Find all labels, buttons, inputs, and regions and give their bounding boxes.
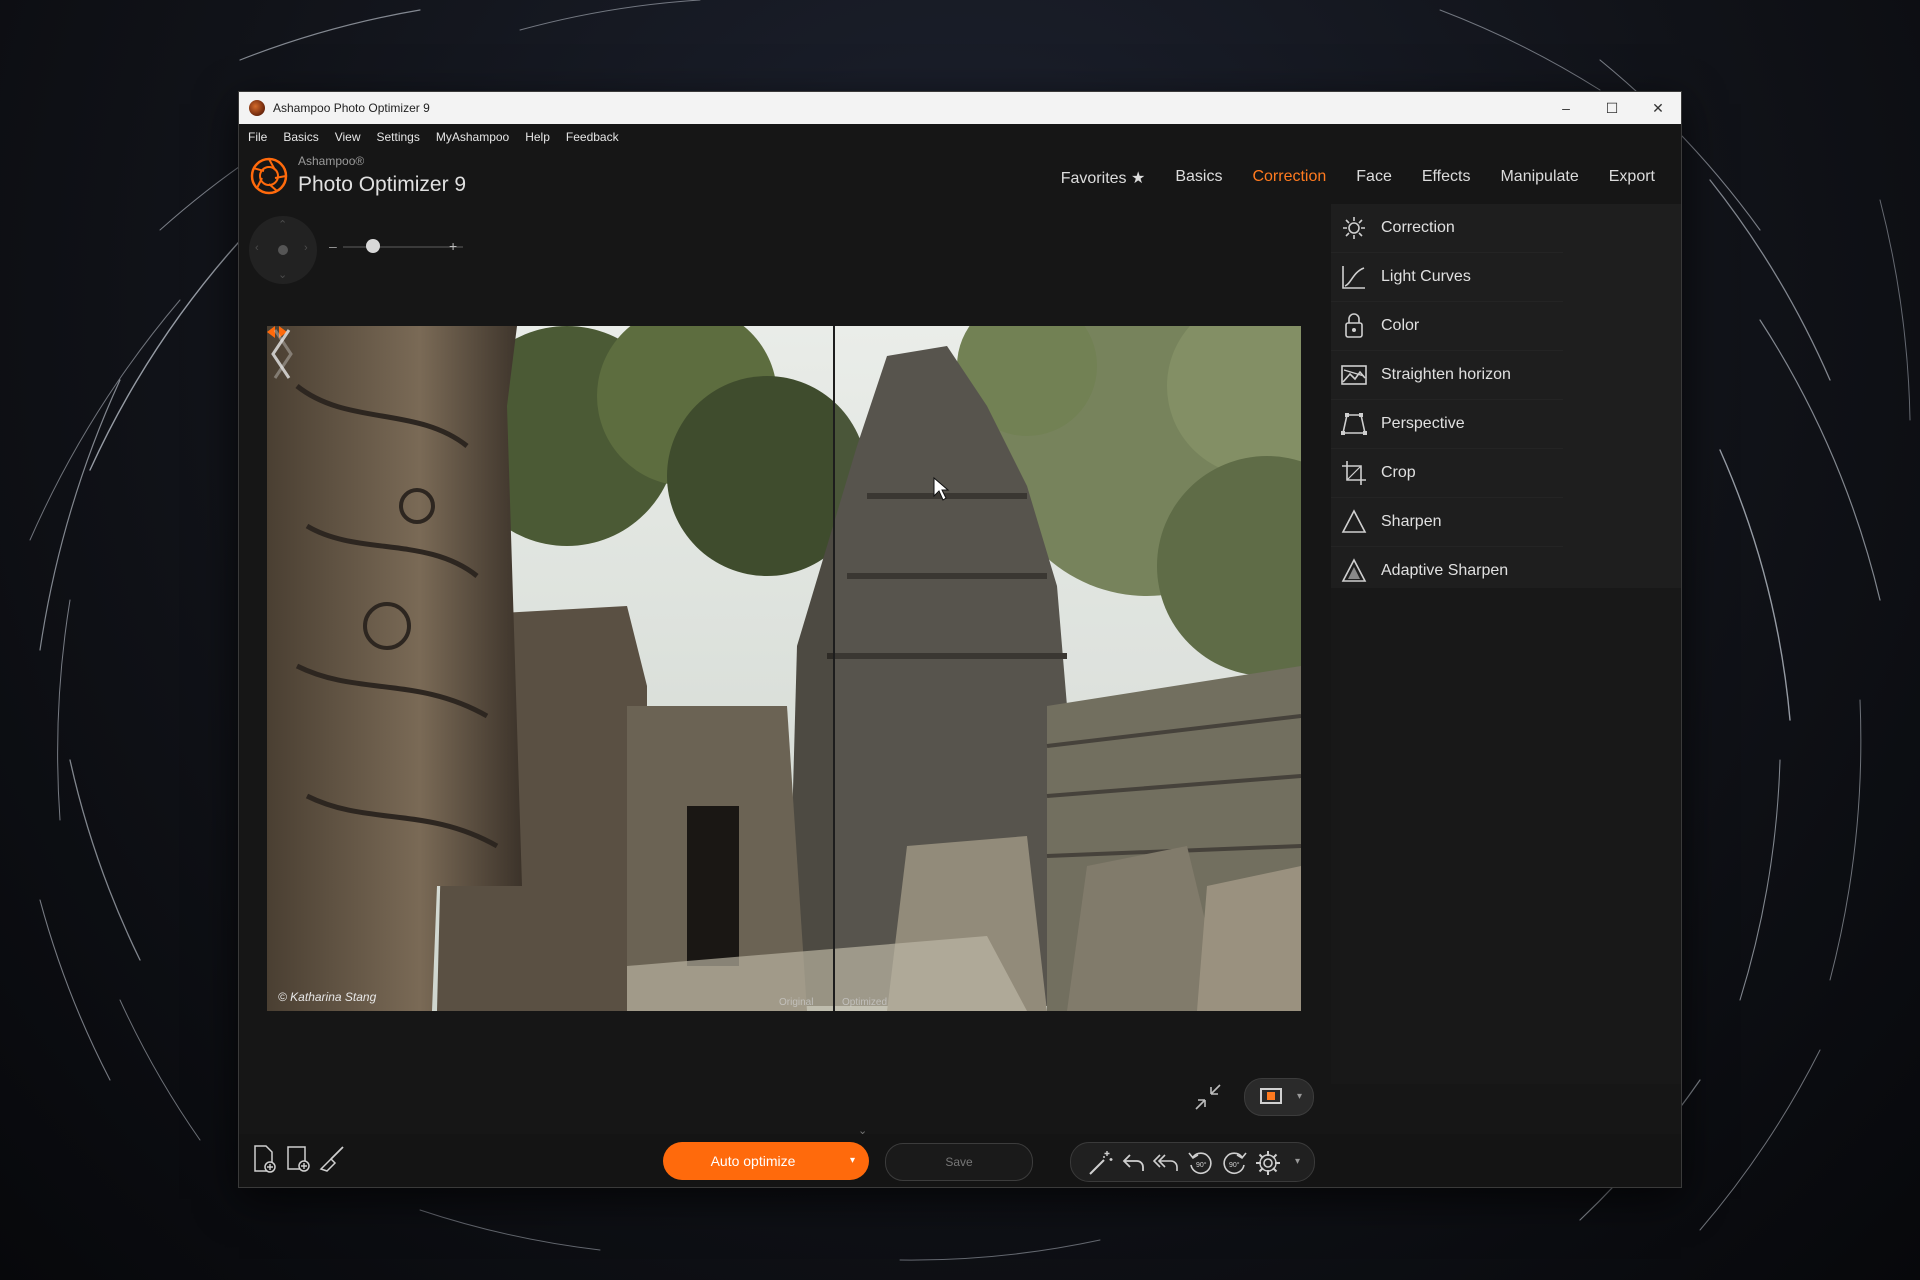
palette-icon [1345,313,1363,338]
sun-icon [1343,217,1365,239]
rotate-right-label: 90° [1229,1161,1240,1169]
chevron-down-icon[interactable]: ▾ [1295,1156,1300,1167]
window-title: Ashampoo Photo Optimizer 9 [273,101,430,115]
sidebar-item-straighten-horizon[interactable]: Straighten horizon [1331,351,1563,400]
undo-icon[interactable] [1120,1149,1148,1177]
next-photo-icon[interactable] [267,326,297,382]
close-button[interactable]: ✕ [1635,92,1681,124]
correction-panel: Correction Light Curves Color Straighten… [1331,204,1681,1084]
rotate-right-icon[interactable]: 90° [1220,1149,1248,1177]
maximize-button[interactable]: ☐ [1589,92,1635,124]
menu-file[interactable]: File [248,126,267,148]
add-images-icon[interactable] [283,1144,313,1174]
auto-optimize-button[interactable]: Auto optimize ▾ [663,1142,869,1180]
edit-tools-group: 90° 90° ▾ [1070,1142,1315,1182]
pan-navigator[interactable]: ⌃ ⌄ ‹ › [249,216,317,284]
menu-myashampoo[interactable]: MyAshampoo [436,126,509,148]
sidebar-item-label: Perspective [1381,415,1465,432]
optimized-label: Optimized [842,997,888,1008]
sidebar-item-perspective[interactable]: Perspective [1331,400,1563,449]
perspective-icon [1341,413,1367,435]
split-view-icon [1260,1088,1282,1104]
minimize-button[interactable]: – [1543,92,1589,124]
sidebar-item-label: Adaptive Sharpen [1381,562,1509,579]
menu-view[interactable]: View [335,126,361,148]
tab-effects[interactable]: Effects [1422,168,1471,188]
zoom-slider-thumb[interactable] [366,239,380,253]
temple-photo [267,326,1301,1011]
triangle-icon [1341,509,1367,533]
photo-credit: © Katharina Stang [278,990,377,1004]
main-tabs: Favorites ★ Basics Correction Face Effec… [1061,168,1655,188]
correction-tool-list: Correction Light Curves Color Straighten… [1331,204,1563,596]
sidebar-item-light-curves[interactable]: Light Curves [1331,253,1563,302]
chevron-down-icon[interactable]: ▾ [850,1155,855,1166]
zoom-slider[interactable] [343,246,463,248]
menu-bar: File Basics View Settings MyAshampoo Hel… [239,126,619,148]
title-bar: Ashampoo Photo Optimizer 9 – ☐ ✕ [239,92,1681,124]
panel-empty-area [1331,588,1681,1084]
app-icon [249,100,265,116]
undo-all-icon[interactable] [1153,1149,1181,1177]
zoom-out-button[interactable]: – [329,238,337,254]
rotate-left-label: 90° [1196,1161,1207,1169]
tab-manipulate[interactable]: Manipulate [1500,168,1578,188]
sidebar-item-label: Correction [1381,219,1455,236]
sidebar-item-color[interactable]: Color [1331,302,1563,351]
magic-wand-icon[interactable] [1087,1149,1115,1177]
fit-to-window-icon[interactable] [1193,1082,1223,1112]
compare-view-toggle[interactable]: ▾ [1244,1078,1314,1116]
sidebar-item-sharpen[interactable]: Sharpen [1331,498,1563,547]
pan-left-icon[interactable]: ‹ [255,242,259,254]
sidebar-item-label: Light Curves [1381,268,1471,285]
sidebar-item-crop[interactable]: Crop [1331,449,1563,498]
photo-preview[interactable]: © Katharina Stang Original Optimized [267,326,1301,1011]
menu-feedback[interactable]: Feedback [566,126,619,148]
product-name: Photo Optimizer 9 [298,173,467,196]
sidebar-item-label: Color [1381,317,1420,334]
sidebar-item-correction[interactable]: Correction [1331,204,1563,253]
horizon-icon [1341,365,1367,385]
triangle-filled-icon [1341,558,1367,582]
crop-icon [1342,461,1366,485]
ashampoo-logo-icon [250,157,288,195]
curve-icon [1342,266,1365,289]
pan-down-icon[interactable]: ⌄ [278,268,287,281]
pan-center-icon [278,245,288,255]
tab-basics[interactable]: Basics [1175,168,1222,188]
tab-favorites[interactable]: Favorites ★ [1061,168,1146,188]
save-button[interactable]: Save [885,1143,1033,1181]
menu-help[interactable]: Help [525,126,550,148]
pan-right-icon[interactable]: › [304,242,308,254]
original-label: Original [779,997,814,1008]
pan-up-icon[interactable]: ⌃ [278,218,287,231]
rotate-left-icon[interactable]: 90° [1187,1149,1215,1177]
sidebar-item-label: Sharpen [1381,513,1442,530]
sidebar-item-label: Crop [1381,464,1416,481]
menu-settings[interactable]: Settings [376,126,419,148]
clear-brush-icon[interactable] [317,1144,347,1174]
sidebar-item-label: Straighten horizon [1381,366,1511,383]
mouse-cursor-icon [933,476,950,501]
app-window: Ashampoo Photo Optimizer 9 – ☐ ✕ File Ba… [239,92,1681,1187]
tab-face[interactable]: Face [1356,168,1392,188]
auto-optimize-label: Auto optimize [710,1153,796,1169]
tab-export[interactable]: Export [1609,168,1655,188]
tab-correction[interactable]: Correction [1252,168,1326,188]
split-view-divider[interactable] [833,326,835,1011]
new-file-icon[interactable] [249,1144,279,1174]
brand-name: Ashampoo® [298,154,365,168]
gear-icon[interactable] [1254,1149,1282,1177]
menu-basics[interactable]: Basics [283,126,318,148]
chevron-down-icon[interactable]: ▾ [1297,1091,1302,1102]
zoom-in-button[interactable]: + [449,238,457,254]
